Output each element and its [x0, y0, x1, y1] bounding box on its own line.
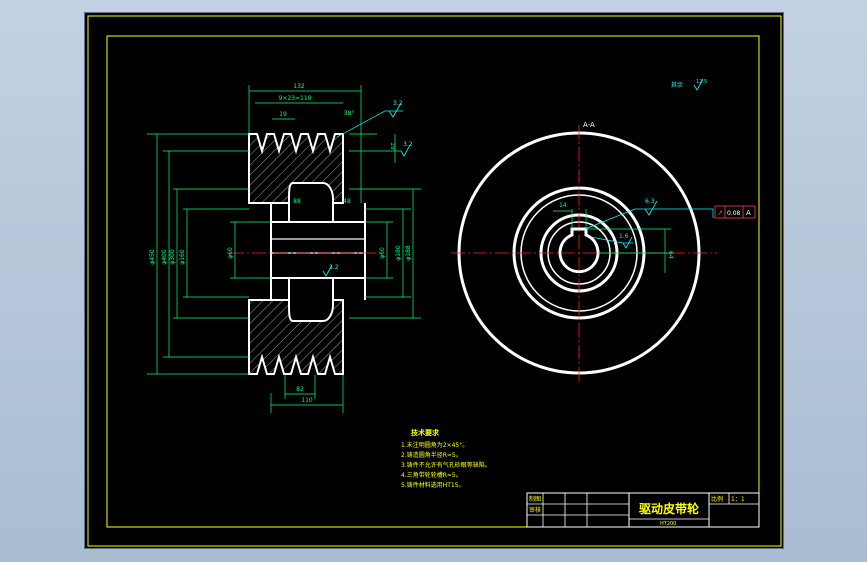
dim-groove-angle: 38°: [344, 110, 355, 117]
front-roughness-value: 6.3: [645, 198, 655, 205]
general-roughness-note: 其余 12.5: [671, 78, 707, 91]
tech-req-item: 2.铸造圆角半径R=5。: [401, 451, 462, 459]
geometric-tolerance-frame: ↗ 0.08 A: [714, 205, 756, 219]
section-label: A-A: [583, 121, 595, 129]
dim-bottom-width: 110: [301, 397, 313, 404]
dim-hub-right: 48: [343, 198, 351, 205]
technical-requirements: 技术要求 1.未注明圆角为2×45°。 2.铸造圆角半径R=5。 3.铸件不允许…: [401, 428, 491, 489]
title-block-scale-value: 1：1: [731, 496, 745, 503]
front-view[interactable]: A-A 14 64 6.3 1.6 ↗ 0.08 A: [451, 121, 756, 381]
title-block[interactable]: 制图 审核 驱动皮带轮 HT200 比例 1：1: [526, 492, 760, 528]
dim-groove-top: 19: [279, 111, 287, 118]
dim-dia-web-right: φ180: [395, 245, 402, 261]
cad-drawing[interactable]: 132 9×23=110 19 38° 19 3.2 3.2 88 48 3.2…: [85, 13, 785, 550]
dim-dia-outer: φ450: [149, 249, 156, 265]
tech-req-item: 3.铸件不允许有气孔砂眼等缺陷。: [401, 461, 491, 469]
dim-rim-roughness: 3.2: [393, 100, 403, 107]
title-block-row2-label: 审核: [529, 506, 541, 514]
tech-req-item: 4.三角带轮轮槽R=5。: [401, 471, 462, 479]
dim-bore-roughness: 3.2: [329, 264, 339, 271]
section-view[interactable]: 132 9×23=110 19 38° 19 3.2 3.2 88 48 3.2…: [147, 83, 421, 413]
dim-dia-hub: φ160: [179, 249, 186, 265]
tolerance-symbol: ↗: [717, 209, 723, 217]
dim-groove-depth: 19: [389, 142, 396, 150]
title-block-row1-label: 制图: [529, 495, 541, 503]
tolerance-datum: A: [746, 209, 751, 217]
dim-dia-web: φ300: [169, 249, 176, 265]
dim-overall-width: 132: [293, 83, 305, 90]
dim-dia-rim: φ400: [161, 249, 168, 265]
front-roughness-value-2: 1.6: [619, 233, 629, 240]
web-opening-bottom: [288, 277, 334, 322]
dim-hub-left: 88: [293, 198, 301, 205]
dim-groove-pitch: 9×23=110: [279, 95, 312, 102]
dim-side-roughness: 3.2: [403, 141, 413, 148]
dim-dia-rim-right: φ188: [405, 245, 412, 261]
hub-inner: [270, 221, 366, 279]
tolerance-value: 0.08: [727, 210, 741, 217]
title-block-title: 驱动皮带轮: [639, 501, 700, 516]
tech-req-item: 5.铸件材料选用HT15。: [401, 481, 465, 489]
dim-bottom-offset: 82: [296, 386, 304, 393]
tech-req-item: 1.未注明圆角为2×45°。: [401, 441, 468, 449]
keyway-width: 14: [559, 202, 567, 209]
tech-req-title: 技术要求: [411, 428, 440, 437]
cad-viewport[interactable]: 132 9×23=110 19 38° 19 3.2 3.2 88 48 3.2…: [84, 12, 784, 549]
roughness-note-label: 其余: [671, 81, 683, 89]
dim-dia-bore: φ60: [227, 247, 234, 259]
keyway-depth: 64: [667, 251, 674, 259]
title-block-material: HT200: [660, 521, 676, 527]
dim-dia-bore-right: φ60: [379, 247, 386, 259]
title-block-scale-label: 比例: [711, 495, 723, 503]
